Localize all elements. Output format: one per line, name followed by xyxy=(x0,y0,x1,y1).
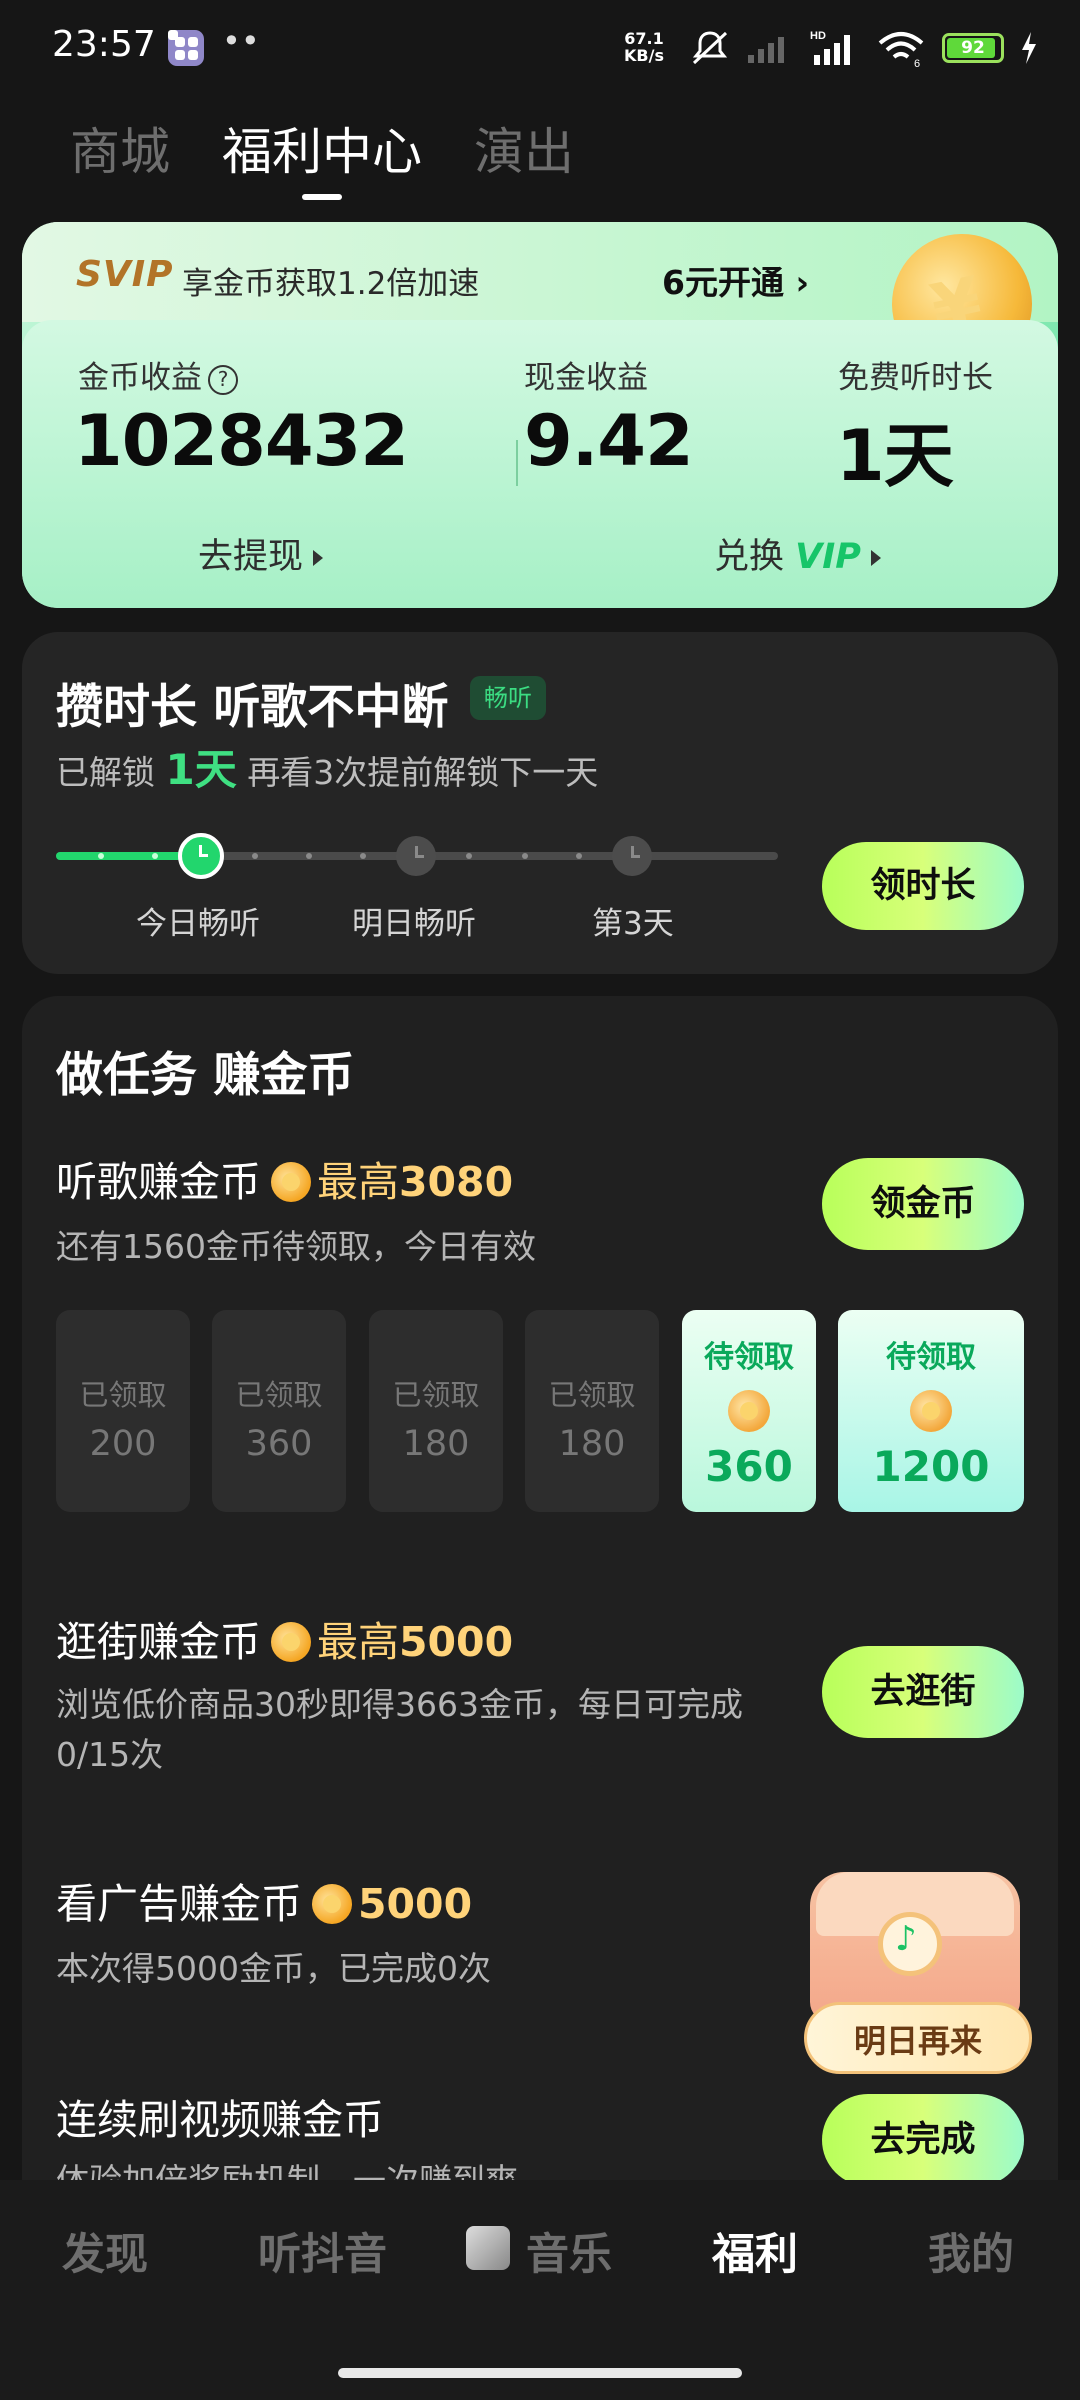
today-label: 今日畅听 xyxy=(136,906,260,942)
wifi-icon: 6 xyxy=(878,32,924,67)
status-time: 23:57 xyxy=(52,24,156,65)
reward-tile-pending[interactable]: 待领取 1200 xyxy=(838,1310,1024,1512)
status-bar: 23:57 •• 67.1 KB/s HD 6 92 xyxy=(0,0,1080,100)
signal-2-icon: HD xyxy=(810,30,850,65)
video-task-subtitle: 体验加倍奖励机制，一次赚到爽 xyxy=(56,2161,518,2182)
coin-stack-icon xyxy=(910,1390,952,1432)
nav-welfare[interactable]: 福利 xyxy=(712,2220,798,2282)
top-tabs: 商城 福利中心 演出 xyxy=(70,112,574,200)
cash-earnings-label: 现金收益 xyxy=(524,360,648,396)
network-speed: 67.1 KB/s xyxy=(624,29,664,65)
svip-text: 享金币获取1.2倍加速 xyxy=(182,266,480,302)
tab-mall[interactable]: 商城 xyxy=(70,112,170,184)
day3-label: 第3天 xyxy=(592,906,674,942)
reward-tile: 已领取 200 xyxy=(56,1310,190,1512)
free-listen-value: 1天 xyxy=(836,415,954,497)
coin-icon xyxy=(271,1622,311,1662)
duration-title: 攒时长 听歌不中断 xyxy=(56,680,449,735)
coin-icon xyxy=(271,1162,311,1202)
nav-listen-douyin[interactable]: 听抖音 xyxy=(258,2220,387,2282)
clock-icon-day3 xyxy=(612,836,652,876)
triangle-right-icon xyxy=(870,550,881,566)
track-dot xyxy=(466,853,472,859)
tasks-heading: 做任务 赚金币 xyxy=(56,1048,355,1103)
free-listen-label: 免费听时长 xyxy=(838,360,993,396)
tab-welfare-center[interactable]: 福利中心 xyxy=(222,112,422,200)
tomorrow-label: 明日畅听 xyxy=(352,906,476,942)
reward-tile: 已领取 360 xyxy=(212,1310,346,1512)
exchange-vip-link[interactable]: 兑换 VIP xyxy=(714,528,881,579)
duration-badge: 畅听 xyxy=(470,676,546,720)
nav-me[interactable]: 我的 xyxy=(928,2220,1014,2282)
tab-shows[interactable]: 演出 xyxy=(474,112,574,184)
clock-icon-tomorrow xyxy=(396,836,436,876)
track-dot xyxy=(360,853,366,859)
ad-task-subtitle: 本次得5000金币，已完成0次 xyxy=(56,1949,491,1988)
more-notifications-icon: •• xyxy=(222,22,260,60)
bottom-nav xyxy=(0,2180,1080,2400)
app-notification-icon xyxy=(168,30,204,66)
duration-subtitle: 已解锁 1天 再看3次提前解锁下一天 xyxy=(56,745,599,794)
battery-icon: 92 xyxy=(942,33,1004,63)
video-task-title: 连续刷视频赚金币 xyxy=(56,2096,384,2144)
track-dot xyxy=(252,853,258,859)
mute-icon xyxy=(692,31,728,65)
svip-open-button[interactable]: 6元开通 › xyxy=(662,256,809,304)
reward-tile: 已领取 180 xyxy=(525,1310,659,1512)
svg-text:6: 6 xyxy=(914,58,920,67)
earnings-panel: 金币收益? 1028432 现金收益 9.42 免费听时长 1天 去提现 兑换 … xyxy=(22,320,1058,608)
track-dot xyxy=(306,853,312,859)
clock-icon-today xyxy=(178,833,224,879)
help-icon[interactable]: ? xyxy=(208,364,238,395)
go-complete-button[interactable]: 去完成 xyxy=(822,2094,1024,2186)
listen-task-subtitle: 还有1560金币待领取，今日有效 xyxy=(56,1227,536,1266)
listen-task-title: 听歌赚金币 最高3080 xyxy=(56,1158,514,1206)
track-dot xyxy=(522,853,528,859)
claim-coins-button[interactable]: 领金币 xyxy=(822,1158,1024,1250)
status-icons: HD 6 92 xyxy=(690,28,1038,68)
shop-task-title: 逛街赚金币 最高5000 xyxy=(56,1618,514,1666)
svip-logo: SVIP xyxy=(76,254,174,295)
withdraw-link[interactable]: 去提现 xyxy=(198,528,324,579)
track-dot xyxy=(152,853,158,859)
track-dot xyxy=(98,853,104,859)
coin-icon xyxy=(728,1390,770,1432)
track-dot xyxy=(576,853,582,859)
music-note-icon xyxy=(878,1912,942,1976)
earnings-card: SVIP 享金币获取1.2倍加速 6元开通 › 金币收益? 1028432 现金… xyxy=(22,222,1058,608)
cash-earnings-value: 9.42 xyxy=(524,400,694,482)
ad-task-title: 看广告赚金币 5000 xyxy=(56,1880,473,1928)
nav-discover[interactable]: 发现 xyxy=(62,2220,148,2282)
go-shopping-button[interactable]: 去逛街 xyxy=(822,1646,1024,1738)
coin-icon xyxy=(312,1884,352,1924)
claim-duration-button[interactable]: 领时长 xyxy=(822,842,1024,930)
divider xyxy=(516,440,518,486)
coin-earnings-value: 1028432 xyxy=(74,400,409,482)
home-indicator[interactable] xyxy=(338,2368,742,2378)
coin-earnings-label: 金币收益? xyxy=(78,352,238,397)
triangle-right-icon xyxy=(313,550,324,566)
nav-music[interactable]: 音乐 xyxy=(526,2220,612,2282)
svg-text:HD: HD xyxy=(810,30,826,42)
reward-tile: 已领取 180 xyxy=(369,1310,503,1512)
reward-tile-pending[interactable]: 待领取 360 xyxy=(682,1310,816,1512)
signal-1-icon xyxy=(748,37,784,63)
shop-task-subtitle: 浏览低价商品30秒即得3663金币，每日可完成 0/15次 xyxy=(56,1685,743,1774)
charging-icon xyxy=(1022,32,1036,64)
music-cover-icon xyxy=(466,2226,510,2270)
come-back-tomorrow-button[interactable]: 明日再来 xyxy=(804,2002,1032,2074)
